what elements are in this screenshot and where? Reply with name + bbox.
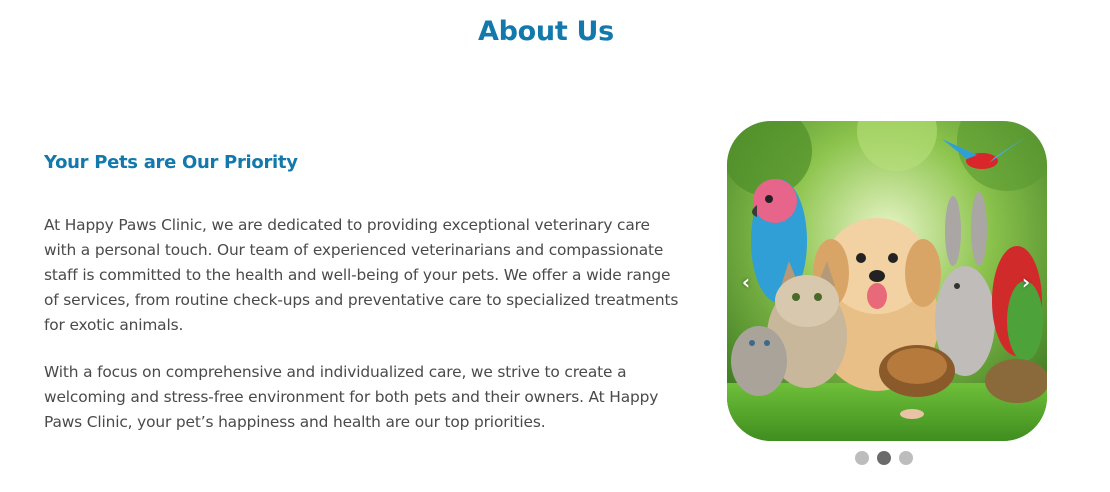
carousel-dot-1[interactable]	[855, 451, 869, 465]
chevron-left-icon: ‹	[741, 270, 751, 294]
carousel-prev-button[interactable]: ‹	[735, 271, 757, 293]
chevron-right-icon: ›	[1021, 270, 1031, 294]
about-paragraph-2: With a focus on comprehensive and indivi…	[44, 363, 659, 431]
carousel-dot-3[interactable]	[899, 451, 913, 465]
section-heading: Your Pets are Our Priority	[44, 152, 298, 173]
carousel-dot-2[interactable]	[877, 451, 891, 465]
carousel-indicators	[855, 451, 913, 465]
about-paragraph-1: At Happy Paws Clinic, we are dedicated t…	[44, 216, 679, 334]
carousel-image-pets	[727, 121, 1047, 441]
about-text-section: Your Pets are Our Priority At Happy Paws…	[44, 150, 684, 435]
page-title: About Us	[478, 16, 614, 47]
carousel-next-button[interactable]: ›	[1015, 271, 1037, 293]
image-carousel[interactable]: ‹ ›	[727, 121, 1047, 441]
